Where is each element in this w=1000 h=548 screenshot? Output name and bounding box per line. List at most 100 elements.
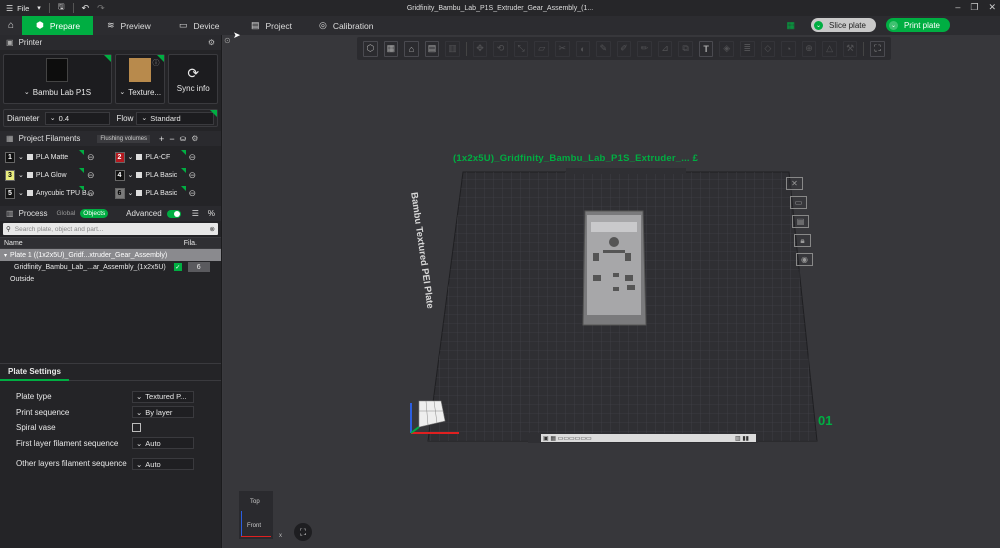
save-icon[interactable]: 🖫 — [58, 1, 65, 15]
filament-item[interactable]: 4 ⌄ PLA Basic ⊖ — [114, 168, 217, 182]
arrange-plate-icon[interactable]: ▤ — [792, 215, 809, 228]
chevron-down-icon[interactable]: ⌄ — [128, 189, 134, 197]
filament-name: Anycubic TPU B... — [35, 189, 93, 197]
filament-item[interactable]: 6 ⌄ PLA Basic ⊖ — [114, 186, 217, 200]
sync-filament-icon[interactable]: ⛀ — [180, 134, 187, 143]
bed-back-tab — [566, 168, 686, 174]
slice-plate-button[interactable]: ⌄ Slice plate — [811, 18, 876, 32]
filament-swatch-icon — [136, 190, 143, 196]
chevron-down-icon[interactable]: ⌄ — [18, 153, 24, 161]
plate-type-select[interactable]: ⌄ Textured P... — [132, 390, 194, 403]
filament-number[interactable]: 2 — [114, 151, 125, 163]
add-filament-icon[interactable]: + — [159, 134, 164, 144]
3d-viewport[interactable]: ⊙ ⬡ ▦ ⌂ ▤ ▥ ✥ ⟲ ⤡ ▱ ✂ ◐ ✎ ✐ ✏ ⊿ ⧉ T ◈ ≣ … — [223, 35, 1000, 548]
filament-item[interactable]: 3 ⌄ PLA Glow ⊖ — [5, 168, 107, 182]
chevron-down-icon[interactable]: ⌄ — [18, 189, 24, 197]
chevron-down-icon[interactable]: ⌄ — [128, 171, 134, 179]
divider — [48, 3, 50, 13]
camera-reset-icon[interactable]: ⛶ — [294, 523, 312, 541]
chevron-down-icon[interactable]: ⌄ — [814, 20, 824, 30]
diameter-select[interactable]: ⌄ 0.4 — [44, 111, 111, 125]
filament-item[interactable]: 5 ⌄ Anycubic TPU B... ⊖ — [5, 186, 107, 200]
build-plate[interactable] — [223, 35, 1000, 548]
object-search-input[interactable]: ⚲ Search plate, object and part... ⊗ — [3, 223, 218, 235]
chevron-down-icon[interactable]: ⌄ — [888, 20, 898, 30]
print-sequence-select[interactable]: ⌄ By layer — [132, 406, 194, 419]
printable-checkbox[interactable]: ✓ — [173, 263, 182, 271]
tab-calibration[interactable]: ◎ Calibration — [305, 16, 388, 35]
spiral-vase-checkbox[interactable] — [132, 423, 141, 433]
plate-image — [129, 58, 152, 82]
plate-settings-tab[interactable]: Plate Settings — [0, 364, 69, 381]
print-plate-button[interactable]: ⌄ Print plate — [885, 18, 950, 32]
gear-icon[interactable]: ⚙ — [191, 134, 198, 143]
plate-type-card[interactable]: ⓘ ⌄ Texture... — [114, 54, 166, 104]
bed-label-right-icons: ▥ ▮▮ — [735, 436, 749, 442]
undo-icon[interactable]: ↶ — [82, 3, 90, 14]
minimize-icon[interactable]: – — [955, 2, 960, 13]
chevron-down-icon[interactable]: ▾ — [4, 252, 7, 259]
filament-number[interactable]: 6 — [114, 187, 125, 199]
filament-swatch-icon — [136, 154, 143, 160]
chevron-down-icon: ⌄ — [136, 438, 143, 448]
chevron-down-icon[interactable]: ⌄ — [18, 171, 24, 179]
filament-item[interactable]: 1 ⌄ PLA Matte ⊖ — [5, 150, 107, 164]
remove-filament-icon[interactable]: ⊖ — [87, 188, 95, 199]
remove-filament-icon[interactable]: − — [169, 134, 174, 144]
first-layer-sequence-select[interactable]: ⌄ Auto — [132, 437, 194, 450]
sync-info-button[interactable]: ⟳ Sync info — [168, 54, 218, 104]
home-button[interactable]: ⌂ — [0, 16, 22, 35]
filaments-section-header: ▦ Project Filaments Flushing volumes + −… — [0, 131, 221, 146]
objects-toggle[interactable]: Objects — [80, 209, 109, 218]
maximize-icon[interactable]: ❐ — [970, 2, 978, 13]
gear-icon[interactable]: ⚙ — [208, 38, 215, 47]
list-icon[interactable]: ☰ — [192, 209, 199, 218]
menu-icon[interactable]: ☰ — [6, 4, 13, 13]
object-filament-badge[interactable]: 6 — [187, 262, 210, 272]
selected-corner — [79, 150, 84, 155]
bed-label-icons: ▣ ▦ ▭▭▭▭▭▭ — [543, 436, 592, 442]
tab-device[interactable]: ▭ Device — [165, 16, 237, 35]
first-layer-sequence-row: First layer filament sequence ⌄ Auto — [0, 436, 221, 452]
plate-name-label[interactable]: (1x2x5U)_Gridfinity_Bambu_Lab_P1S_Extrud… — [453, 153, 698, 164]
orient-plate-icon[interactable]: ▭ — [790, 196, 807, 209]
export-icon[interactable]: ▦ — [787, 20, 796, 31]
tab-prepare[interactable]: ⬢ Prepare — [22, 16, 93, 35]
other-layers-sequence-select[interactable]: ⌄ Auto — [132, 458, 194, 470]
chevron-down-icon: ⌄ — [136, 392, 143, 402]
filament-number[interactable]: 3 — [5, 169, 15, 181]
clear-search-icon[interactable]: ⊗ — [210, 225, 215, 233]
remove-filament-icon[interactable]: ⊖ — [87, 152, 95, 163]
file-menu-chevron-icon[interactable]: ▾ — [37, 4, 41, 12]
filament-name: PLA Basic — [145, 171, 178, 179]
close-icon[interactable]: ✕ — [988, 2, 996, 13]
close-plate-icon[interactable]: ✕ — [786, 177, 803, 190]
remove-filament-icon[interactable]: ⊖ — [87, 170, 95, 181]
object-row[interactable]: Gridfinity_Bambu_Lab_...ar_Assembly_(1x2… — [0, 261, 221, 273]
plate-number: 01 — [818, 413, 833, 428]
filament-number[interactable]: 1 — [5, 151, 15, 163]
info-icon[interactable]: ⓘ — [152, 58, 159, 68]
remove-filament-icon[interactable]: ⊖ — [189, 188, 197, 199]
lock-plate-icon[interactable]: 🔒︎ — [794, 234, 811, 247]
view-cube[interactable]: Top Front — [239, 491, 273, 539]
percent-icon[interactable]: % — [208, 209, 215, 218]
chevron-down-icon[interactable]: ⌄ — [128, 153, 134, 161]
global-toggle[interactable]: Global — [56, 210, 75, 217]
flushing-volumes-button[interactable]: Flushing volumes — [97, 134, 151, 143]
tab-preview[interactable]: ≋ Preview — [93, 16, 165, 35]
remove-filament-icon[interactable]: ⊖ — [189, 170, 197, 181]
advanced-toggle[interactable] — [166, 209, 181, 218]
file-menu[interactable]: File — [17, 4, 29, 13]
filament-number[interactable]: 4 — [114, 169, 125, 181]
plate-settings-icon[interactable]: ◉ — [796, 253, 813, 266]
tab-project[interactable]: ▤ Project — [237, 16, 305, 35]
printer-model-card[interactable]: ⌄ Bambu Lab P1S — [3, 54, 112, 104]
filament-item[interactable]: 2 ⌄ PLA-CF ⊖ — [114, 150, 217, 164]
remove-filament-icon[interactable]: ⊖ — [189, 152, 197, 163]
flow-select[interactable]: ⌄ Standard — [136, 111, 214, 125]
filament-number[interactable]: 5 — [5, 187, 15, 199]
plate-row[interactable]: ▾ Plate 1 ((1x2x5U)_Gridf...xtruder_Gear… — [0, 249, 221, 261]
outside-row[interactable]: Outside — [0, 273, 221, 285]
redo-icon[interactable]: ↷ — [97, 3, 105, 14]
